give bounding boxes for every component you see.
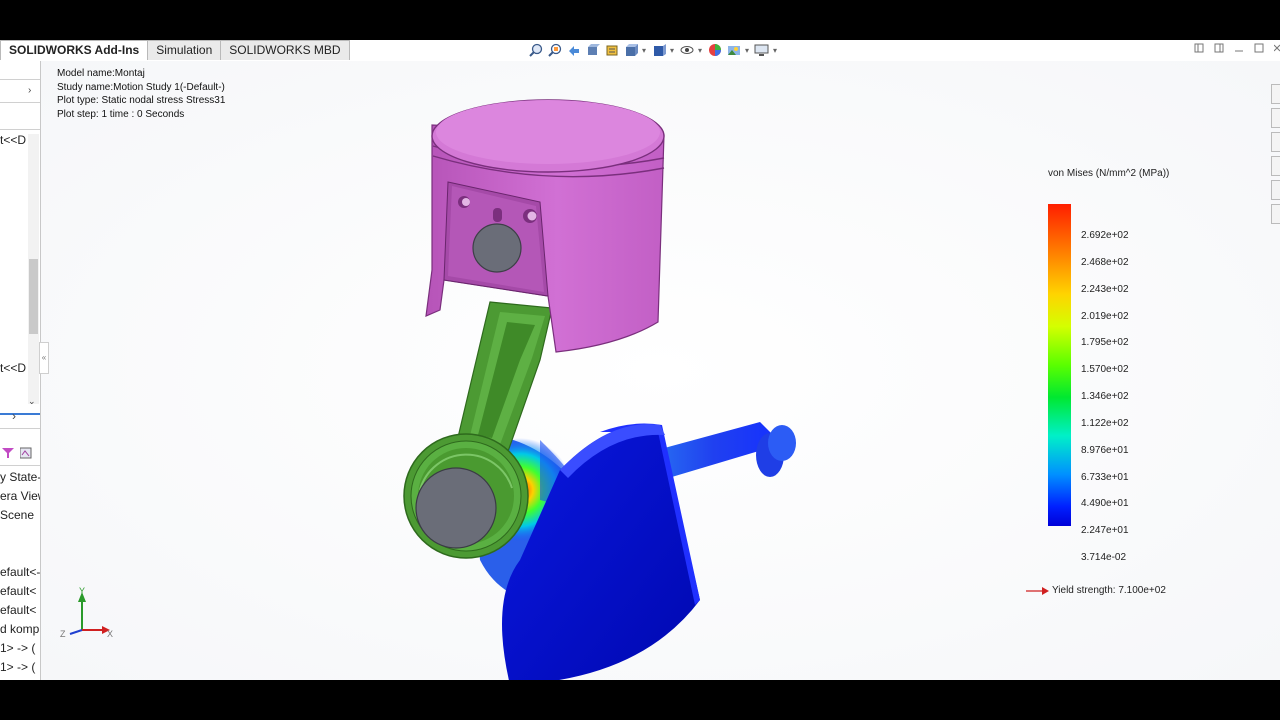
tree-item[interactable]: era View: [0, 487, 40, 505]
chevron-right-icon[interactable]: ›: [12, 409, 16, 423]
split-view-icon[interactable]: [1214, 43, 1224, 53]
triad-z-label: Z: [60, 629, 66, 639]
legend-tick-label: 8.976e+01: [1081, 444, 1129, 456]
legend-tick-label: 1.346e+02: [1081, 391, 1129, 402]
close-icon[interactable]: [1274, 43, 1280, 53]
yield-strength-label: Yield strength: 7.100e+02: [1052, 585, 1166, 596]
study-name-text: Study name:Motion Study 1(-Default-): [57, 81, 225, 93]
legend-tick-label: 1.122e+02: [1081, 417, 1129, 429]
restore-view-icon[interactable]: [1194, 43, 1204, 53]
zoom-to-fit-icon[interactable]: [528, 42, 544, 58]
tree-item[interactable]: t<<D: [0, 359, 26, 377]
legend-color-bar: [1048, 204, 1071, 526]
legend-tick-label: 3.714e-02: [1081, 552, 1127, 563]
plot-type-text: Plot type: Static nodal stress Stress31: [57, 95, 226, 106]
legend-tick-label: 1.795e+02: [1081, 337, 1129, 349]
section-view-icon[interactable]: [585, 42, 601, 58]
arrow-right-icon: [1026, 586, 1049, 595]
chevron-right-icon[interactable]: ›: [28, 85, 31, 96]
task-pane-tab[interactable]: [1271, 180, 1280, 200]
tab-simulation[interactable]: Simulation: [147, 40, 222, 60]
task-pane-tabs: [1271, 84, 1280, 249]
chevron-down-icon[interactable]: ▾: [670, 46, 676, 55]
task-pane-tab[interactable]: [1271, 84, 1280, 104]
document-window-controls: [1194, 43, 1280, 53]
legend-tick-label: 2.247e+01: [1081, 525, 1129, 537]
edit-appearance-icon[interactable]: [707, 42, 723, 58]
plot-info: Model name:Montaj Study name:Motion Stud…: [57, 67, 225, 121]
legend-tick-label: 1.570e+02: [1081, 364, 1129, 376]
chevron-down-icon[interactable]: ⌄: [28, 396, 36, 407]
legend-title: von Mises (N/mm^2 (MPa)): [1048, 168, 1170, 179]
scrollbar-thumb[interactable]: [29, 259, 38, 334]
tree-item[interactable]: efault<: [0, 582, 36, 600]
tree-item[interactable]: efault<: [0, 601, 36, 619]
triad-y-label: Y: [79, 586, 85, 596]
reference-triad: Y X Z: [60, 586, 113, 639]
zoom-to-area-icon[interactable]: [547, 42, 563, 58]
tree-item[interactable]: Scene: [0, 506, 34, 524]
command-manager-tabs: SOLIDWORKS Add-Ins Simulation SOLIDWORKS…: [0, 40, 350, 60]
display-manager-toolbar: [2, 447, 32, 459]
filter-icon[interactable]: [2, 447, 14, 459]
task-pane-tab[interactable]: [1271, 156, 1280, 176]
tree-item[interactable]: y State-: [0, 468, 40, 486]
chevron-down-icon[interactable]: ▾: [745, 46, 751, 55]
chevron-down-icon[interactable]: ▾: [642, 46, 648, 55]
chevron-down-icon[interactable]: ▾: [773, 46, 779, 55]
tree-item[interactable]: 1> -> (: [0, 658, 35, 676]
model-name-text: Model name:Montaj: [57, 68, 145, 79]
tree-item[interactable]: 1> -> (: [0, 639, 35, 657]
appearance-icon[interactable]: [20, 447, 32, 459]
maximize-icon[interactable]: [1254, 43, 1264, 53]
legend-tick-label: 2.468e+02: [1081, 256, 1129, 268]
task-pane-tab[interactable]: [1271, 204, 1280, 224]
apply-scene-icon[interactable]: [726, 42, 742, 58]
tab-solidworks-mbd[interactable]: SOLIDWORKS MBD: [220, 40, 350, 60]
task-pane-tab[interactable]: [1271, 132, 1280, 152]
chevron-down-icon[interactable]: ▾: [698, 46, 704, 55]
legend-tick-label: 6.733e+01: [1081, 471, 1129, 483]
dynamic-annotation-icon[interactable]: [604, 42, 620, 58]
view-settings-icon[interactable]: [754, 42, 770, 58]
legend-tick-label: 2.019e+02: [1081, 310, 1129, 322]
previous-view-icon[interactable]: [566, 42, 582, 58]
panel-collapse-handle[interactable]: «: [39, 342, 49, 374]
tab-solidworks-add-ins[interactable]: SOLIDWORKS Add-Ins: [0, 40, 149, 60]
hide-show-items-icon[interactable]: [679, 42, 695, 58]
graphics-viewport[interactable]: [0, 40, 1280, 680]
legend-tick-label: 4.490e+01: [1081, 498, 1129, 510]
solidworks-window: SOLIDWORKS Add-Ins Simulation SOLIDWORKS…: [0, 40, 1280, 680]
heads-up-view-toolbar: ▾ ▾ ▾ ▾ ▾: [528, 41, 779, 59]
panel-scrollbar[interactable]: [28, 134, 39, 404]
tree-item[interactable]: efault<-: [0, 563, 40, 581]
view-orientation-icon[interactable]: [623, 42, 639, 58]
legend-tick-label: 2.692e+02: [1081, 230, 1129, 241]
plot-step-text: Plot step: 1 time : 0 Seconds: [57, 108, 185, 120]
task-pane-tab[interactable]: [1271, 108, 1280, 128]
tree-item[interactable]: d komp: [0, 620, 39, 638]
triad-x-label: X: [107, 629, 113, 639]
feature-manager-panel: › t<<D t<<D ⌄ › y State- era View Scene …: [0, 61, 41, 680]
legend-tick-label: 2.243e+02: [1081, 283, 1129, 295]
minimize-icon[interactable]: [1234, 43, 1244, 53]
yield-strength-marker: Yield strength: 7.100e+02: [1026, 585, 1166, 596]
tree-item[interactable]: t<<D: [0, 131, 26, 149]
display-style-icon[interactable]: [651, 42, 667, 58]
